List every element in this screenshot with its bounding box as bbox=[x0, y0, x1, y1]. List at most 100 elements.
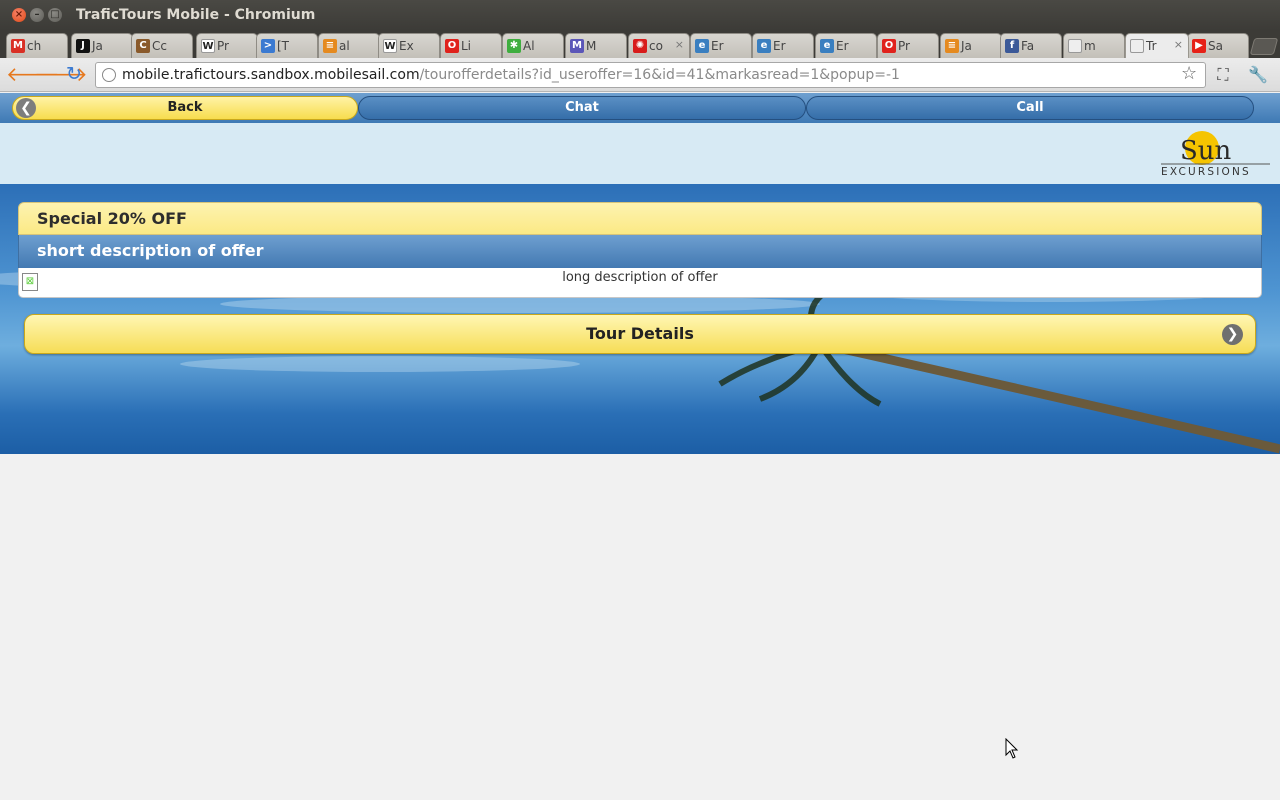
gmail-icon: M bbox=[11, 39, 25, 53]
tab-label: Er bbox=[773, 39, 786, 53]
tab-label: co bbox=[649, 39, 663, 53]
browser-tab[interactable]: C Cc bbox=[131, 33, 193, 58]
browser-tab[interactable]: e Er bbox=[690, 33, 752, 58]
chevron-right-icon: ❯ bbox=[1222, 324, 1243, 345]
tab-label: Li bbox=[461, 39, 472, 53]
offer-short-description: short description of offer bbox=[18, 235, 1262, 268]
fullscreen-icon[interactable]: ⛶ bbox=[1212, 64, 1234, 86]
tab-label: Ex bbox=[399, 39, 414, 53]
wikipedia-icon: W bbox=[201, 39, 215, 53]
tab-label: Pr bbox=[217, 39, 229, 53]
bookmark-star-icon[interactable]: ☆ bbox=[1181, 63, 1197, 84]
tab-label: ch bbox=[27, 39, 42, 53]
tab-label: [T bbox=[277, 39, 290, 53]
browser-tab[interactable]: e Er bbox=[815, 33, 877, 58]
oracle-icon: O bbox=[445, 39, 459, 53]
tab-label: Pr bbox=[898, 39, 910, 53]
green-star-icon: ✱ bbox=[507, 39, 521, 53]
avatar-icon: C bbox=[136, 39, 150, 53]
window-close-button[interactable]: × bbox=[12, 8, 26, 22]
tab-label: Er bbox=[711, 39, 724, 53]
browser-tab[interactable]: O Li bbox=[440, 33, 502, 58]
offer-long-description-row: ⊠ long description of offer bbox=[18, 268, 1262, 298]
browser-tab[interactable]: f Fa bbox=[1000, 33, 1062, 58]
logo-name: Sun bbox=[1180, 136, 1232, 166]
stack-icon: ≡ bbox=[945, 39, 959, 53]
browser-tab[interactable]: MM bbox=[565, 33, 627, 58]
tab-close-icon[interactable]: × bbox=[675, 38, 684, 51]
offer-long-description: long description of offer bbox=[562, 270, 718, 285]
tab-label: M bbox=[586, 39, 597, 53]
tab-label: Cc bbox=[152, 39, 167, 53]
forward-arrow-icon[interactable]: 🡒 bbox=[34, 63, 88, 87]
call-button[interactable]: Call bbox=[806, 96, 1254, 120]
back-button-label: Back bbox=[167, 100, 203, 115]
arrow-icon: > bbox=[261, 39, 275, 53]
window-controls: × – □ bbox=[12, 8, 62, 22]
chat-button[interactable]: Chat bbox=[358, 96, 806, 120]
url-host: mobile.trafictours.sandbox.mobilesail.co… bbox=[122, 67, 420, 83]
window-minimize-button[interactable]: – bbox=[30, 8, 44, 22]
broken-image-icon: ⊠ bbox=[22, 273, 38, 291]
logo-subtitle: EXCURSIONS bbox=[1161, 166, 1251, 178]
stack-icon: ≡ bbox=[323, 39, 337, 53]
address-bar[interactable]: mobile.trafictours.sandbox.mobilesail.co… bbox=[95, 62, 1206, 88]
browser-tab[interactable]: W Ex bbox=[378, 33, 440, 58]
tour-details-button[interactable]: Tour Details ❯ bbox=[24, 314, 1256, 354]
chat-button-label: Chat bbox=[565, 100, 599, 115]
new-tab-button[interactable] bbox=[1249, 38, 1279, 55]
browser-tab[interactable]: > [T bbox=[256, 33, 318, 58]
browser-tab[interactable]: ≡ Ja bbox=[940, 33, 1002, 58]
browser-tab[interactable]: m bbox=[1063, 33, 1125, 58]
tab-label: Sa bbox=[1208, 39, 1223, 53]
call-button-label: Call bbox=[1016, 100, 1044, 115]
mouse-cursor-icon bbox=[1005, 738, 1019, 759]
browser-tab[interactable]: O Pr bbox=[877, 33, 939, 58]
red-gear-icon: ✺ bbox=[633, 39, 647, 53]
page-header-bar: ❮ Back Chat Call bbox=[0, 93, 1280, 123]
document-icon bbox=[1130, 39, 1144, 53]
browser-tab[interactable]: Mch bbox=[6, 33, 68, 58]
browser-tab[interactable]: ✺ co × bbox=[628, 33, 690, 58]
eclipse-icon: e bbox=[820, 39, 834, 53]
document-icon bbox=[1068, 39, 1082, 53]
browser-tab[interactable]: Tr × bbox=[1125, 33, 1189, 58]
tab-label: m bbox=[1084, 39, 1096, 53]
eclipse-icon: e bbox=[695, 39, 709, 53]
browser-tab[interactable]: ≡ al bbox=[318, 33, 380, 58]
browser-tab[interactable]: J Ja bbox=[71, 33, 133, 58]
wrench-icon[interactable]: 🔧 bbox=[1247, 64, 1269, 86]
browser-tab[interactable]: ▶ Sa bbox=[1187, 33, 1249, 58]
wikipedia-icon: W bbox=[383, 39, 397, 53]
tab-label: Er bbox=[836, 39, 849, 53]
url-path: /tourofferdetails?id_useroffer=16&id=41&… bbox=[419, 67, 900, 83]
mascot-icon: M bbox=[570, 39, 584, 53]
tab-label: Ja bbox=[92, 39, 103, 53]
web-page: ❮ Back Chat Call Sun EXCURSIONS Special … bbox=[0, 93, 1280, 800]
browser-tab[interactable]: W Pr bbox=[196, 33, 258, 58]
back-button[interactable]: ❮ Back bbox=[12, 96, 358, 120]
oracle-icon: O bbox=[882, 39, 896, 53]
browser-toolbar: 🡐 🡒 ↻ mobile.trafictours.sandbox.mobiles… bbox=[0, 58, 1280, 92]
reload-icon[interactable]: ↻ bbox=[62, 63, 86, 87]
globe-icon bbox=[102, 68, 116, 82]
tab-label: Tr bbox=[1146, 39, 1157, 53]
tour-details-label: Tour Details bbox=[586, 324, 694, 343]
eclipse-icon: e bbox=[757, 39, 771, 53]
browser-tab[interactable]: e Er bbox=[752, 33, 814, 58]
logo-band: Sun EXCURSIONS bbox=[0, 123, 1280, 184]
offer-card: Special 20% OFF short description of off… bbox=[18, 202, 1262, 298]
tab-label: al bbox=[339, 39, 350, 53]
facebook-icon: f bbox=[1005, 39, 1019, 53]
window-title: TraficTours Mobile - Chromium bbox=[76, 7, 316, 23]
chevron-left-icon: ❮ bbox=[16, 98, 36, 118]
browser-tab[interactable]: ✱ Al bbox=[502, 33, 564, 58]
tab-close-icon[interactable]: × bbox=[1174, 38, 1183, 51]
tab-label: Al bbox=[523, 39, 535, 53]
tab-label: Ja bbox=[961, 39, 972, 53]
tab-label: Fa bbox=[1021, 39, 1035, 53]
window-maximize-button[interactable]: □ bbox=[48, 8, 62, 22]
window-titlebar: × – □ TraficTours Mobile - Chromium bbox=[0, 0, 1280, 30]
sun-excursions-logo: Sun EXCURSIONS bbox=[1161, 131, 1270, 178]
back-arrow-icon[interactable]: 🡐 bbox=[6, 63, 60, 87]
